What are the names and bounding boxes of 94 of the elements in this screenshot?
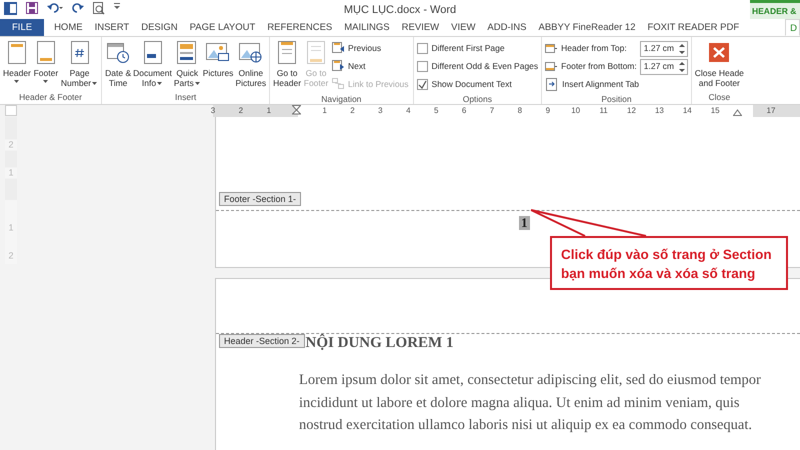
group-label: Position (600, 93, 633, 104)
ruler-number: 11 (599, 105, 608, 117)
ribbon-button[interactable]: Online Pictures (235, 39, 266, 91)
ribbon-tab[interactable]: DESIGN (135, 19, 184, 36)
ribbon-button[interactable]: Previous (331, 40, 410, 57)
ruler-number: 1 (266, 105, 272, 117)
caret-icon (91, 80, 98, 86)
ribbon-button[interactable]: Go to Header (273, 39, 302, 93)
spinner-arrows-icon[interactable] (678, 60, 685, 72)
ribbon-tab[interactable]: PAGE LAYOUT (184, 19, 262, 36)
footer-position-icon (545, 60, 558, 73)
print-preview-icon[interactable] (93, 2, 105, 15)
undo-icon[interactable] (47, 2, 63, 14)
heading: NỘI DUNG LOREM 1 (306, 334, 454, 352)
ruler-number: 2 (5, 140, 17, 150)
section-tag: Header -Section 2- (219, 334, 305, 348)
ribbon-tab[interactable]: MAILINGS (338, 19, 396, 36)
group-label: Header & Footer (18, 91, 83, 104)
group-label: Close (707, 91, 732, 104)
ribbon-tab[interactable]: INSERT (88, 19, 136, 36)
spin-field[interactable]: 1.27 cm (640, 40, 688, 56)
caret-icon (42, 78, 50, 84)
caret-icon (156, 80, 164, 86)
checkbox[interactable] (416, 43, 428, 54)
ribbon-button[interactable]: Footer (32, 39, 59, 91)
save-icon[interactable] (26, 2, 38, 14)
ribbon-button[interactable]: Insert Alignment Tab (545, 76, 688, 93)
ribbon-button[interactable]: Header (3, 39, 31, 91)
ruler-number: 1 (322, 105, 327, 117)
ribbon-tab[interactable]: ABBYY FineReader 12 (532, 19, 642, 36)
contextual-tab-group: HEADER & (750, 0, 800, 19)
ruler-number: 3 (378, 105, 383, 117)
caret-icon (194, 80, 201, 86)
ribbon-button[interactable]: Document Info (133, 39, 172, 91)
group-label: Navigation (320, 93, 362, 104)
window-title: MỤC LỤC.docx - Word (344, 4, 456, 16)
ribbon-tab[interactable]: D (785, 19, 800, 36)
link-icon (332, 78, 346, 91)
checkbox[interactable] (416, 79, 428, 90)
section-tag: Footer -Section 1- (219, 192, 302, 206)
app-icon[interactable] (4, 2, 17, 15)
ruler-number: 7 (490, 105, 494, 117)
ribbon-button[interactable]: Close Heade and Footer (694, 39, 744, 91)
ribbon-button[interactable]: Page Number (60, 39, 98, 91)
calendar-clock-icon (105, 40, 132, 66)
customize-icon[interactable] (114, 2, 120, 10)
spinner-arrows-icon[interactable] (678, 42, 685, 54)
ribbon-tab[interactable]: HOME (48, 19, 89, 36)
checkbox-label: Different Odd & Even Pages (432, 60, 538, 73)
ruler-number: 15 (710, 105, 720, 117)
spin-field[interactable]: 1.27 cm (640, 58, 688, 74)
body-text-line: incididunt ut labore et dolore magna aliqua. Ut enim ad minim veniam, quis (299, 394, 741, 413)
ribbon-tab[interactable]: FOXIT READER PDF (641, 19, 746, 36)
ribbon-tab[interactable]: REFERENCES (261, 19, 338, 36)
callout: Click đúp vào số trang ở Section bạn muốn xóa và xóa số trang (550, 236, 788, 290)
ribbon-button[interactable]: Quick Parts (174, 39, 201, 91)
ruler-number: 13 (654, 105, 664, 117)
ribbon-tab[interactable]: VIEW (445, 19, 482, 36)
body-text-line: nostrud exercitation ullamco laboris nisi ut aliquip ex ea commodo consequat. (299, 416, 754, 436)
ruler-number: 8 (518, 105, 522, 117)
group-label: Options (462, 93, 493, 104)
ruler-number: 9 (546, 105, 550, 117)
ruler-number: 4 (406, 105, 411, 117)
next-section-icon (332, 60, 346, 73)
group-label: Insert (174, 91, 198, 104)
ruler-number: 6 (462, 105, 466, 117)
redo-icon[interactable] (72, 2, 84, 14)
checkbox[interactable] (416, 61, 428, 72)
alignment-tab-icon (546, 78, 560, 91)
ruler-number: 2 (350, 105, 355, 117)
ruler-number: 1 (5, 167, 17, 178)
file-tab[interactable]: FILE (0, 19, 44, 36)
checkbox-label: Show Document Text (432, 78, 512, 91)
ribbon-tab[interactable]: ADD-INS (481, 19, 532, 36)
ribbon-button[interactable]: Date & Time (105, 39, 132, 91)
indent-marker[interactable] (292, 105, 302, 117)
ribbon-tab[interactable]: REVIEW (396, 19, 446, 36)
checkbox-label: Different First Page (432, 42, 505, 55)
ruler-number: 14 (682, 105, 692, 117)
ribbon-button[interactable]: Pictures (202, 39, 234, 91)
ruler-number: 5 (434, 105, 438, 117)
field-label: Header from Top: (561, 42, 627, 55)
ribbon-button[interactable]: Next (331, 58, 410, 75)
ruler-number: 3 (210, 105, 216, 117)
field-label: Footer from Bottom: (561, 60, 637, 73)
caret-icon (13, 78, 20, 84)
ruler-number: 10 (571, 105, 580, 117)
ruler-number: 12 (627, 105, 636, 117)
header-position-icon (545, 42, 558, 55)
body-text-line: Lorem ipsum dolor sit amet, consectetur adipiscing elit, sed do eiusmod tempor (299, 371, 762, 390)
ruler-number: 17 (766, 105, 776, 117)
page-number[interactable]: 1 (519, 216, 530, 230)
previous-section-icon (332, 42, 346, 55)
ruler-number: 2 (238, 105, 244, 117)
